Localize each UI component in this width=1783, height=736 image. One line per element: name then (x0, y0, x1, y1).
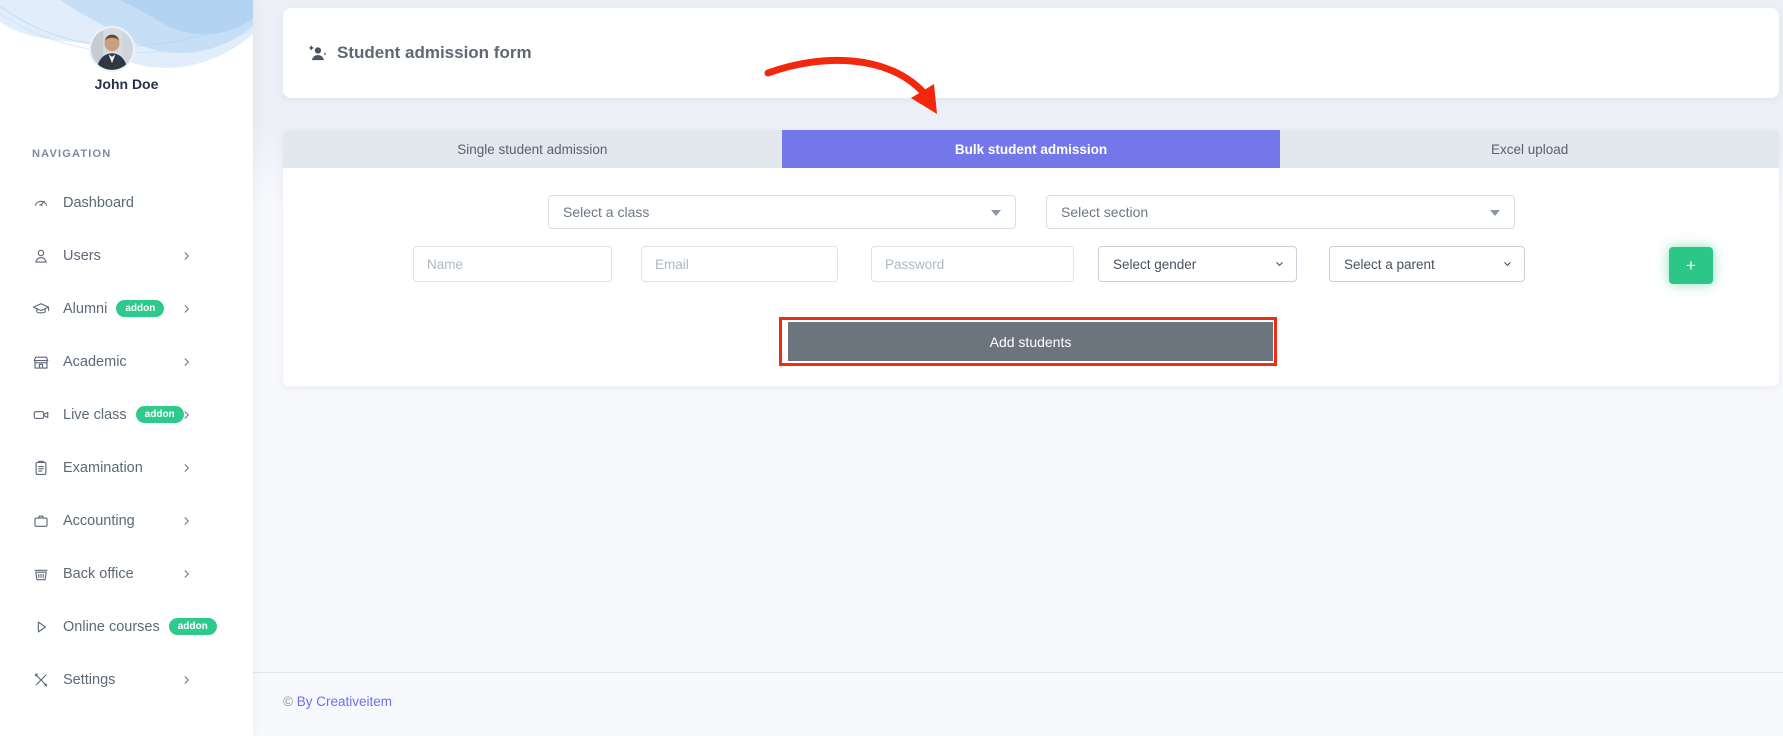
chevron-right-icon (181, 515, 192, 526)
sidebar-item-users[interactable]: Users (0, 229, 253, 282)
sidebar-item-live-class[interactable]: Live class addon (0, 388, 253, 441)
chevron-right-icon (181, 568, 192, 579)
sidebar-item-label: Users (63, 248, 101, 264)
annotation-highlight-box: Add students (779, 317, 1277, 366)
sidebar-item-academic[interactable]: Academic (0, 335, 253, 388)
addon-badge: addon (136, 406, 184, 423)
tab-single-student-admission[interactable]: Single student admission (283, 130, 782, 168)
sidebar-item-label: Dashboard (63, 195, 134, 211)
sidebar-item-alumni[interactable]: Alumni addon (0, 282, 253, 335)
password-input[interactable] (871, 246, 1074, 282)
class-select-value: Select a class (563, 204, 649, 220)
users-icon (32, 247, 50, 265)
parent-select[interactable]: Select a parent (1329, 246, 1525, 282)
add-row-button[interactable]: + (1669, 247, 1713, 284)
chevron-right-icon (181, 303, 192, 314)
sidebar-item-label: Accounting (63, 513, 135, 529)
class-select[interactable]: Select a class (548, 195, 1016, 229)
sidebar-item-online-courses[interactable]: Online courses addon (0, 600, 253, 653)
clipboard-icon (32, 459, 50, 477)
sidebar-item-label: Examination (63, 460, 143, 476)
chevron-right-icon (181, 356, 192, 367)
email-input[interactable] (641, 246, 838, 282)
admission-form-card: Single student admission Bulk student ad… (283, 130, 1779, 386)
person-plus-icon (307, 43, 328, 64)
select-chevron-icon (1274, 259, 1285, 270)
dropdown-caret-icon (1490, 210, 1500, 216)
footer-divider (253, 672, 1783, 673)
addon-badge: addon (116, 300, 164, 317)
basket-icon (32, 565, 50, 583)
add-students-button[interactable]: Add students (788, 322, 1273, 361)
sidebar-item-label: Settings (63, 672, 115, 688)
school-building-icon (32, 353, 50, 371)
sidebar: John Doe NAVIGATION Dashboard Users (0, 0, 253, 736)
sidebar-item-label: Online courses (63, 619, 160, 635)
navigation-section-label: NAVIGATION (32, 148, 111, 160)
main-content: Student admission form Single student ad… (253, 0, 1783, 736)
video-camera-icon (32, 406, 50, 424)
copyright-symbol: © (283, 694, 293, 709)
sidebar-item-accounting[interactable]: Accounting (0, 494, 253, 547)
sidebar-item-examination[interactable]: Examination (0, 441, 253, 494)
chevron-right-icon (181, 674, 192, 685)
select-chevron-icon (1502, 259, 1513, 270)
sidebar-item-back-office[interactable]: Back office (0, 547, 253, 600)
tab-bulk-student-admission[interactable]: Bulk student admission (782, 130, 1281, 168)
plus-icon: + (1686, 256, 1696, 276)
graduation-cap-icon (32, 300, 50, 318)
footer: © By Creativeitem (283, 694, 392, 709)
sidebar-item-settings[interactable]: Settings (0, 653, 253, 706)
creativeitem-link[interactable]: By Creativeitem (297, 694, 392, 709)
dropdown-caret-icon (991, 210, 1001, 216)
sidebar-item-label: Alumni (63, 301, 107, 317)
gauge-icon (32, 194, 50, 212)
section-select-value: Select section (1061, 204, 1148, 220)
page-header-card: Student admission form (283, 8, 1779, 98)
tab-excel-upload[interactable]: Excel upload (1280, 130, 1779, 168)
app-window: John Doe NAVIGATION Dashboard Users (0, 0, 1783, 736)
sidebar-item-label: Back office (63, 566, 134, 582)
parent-select-value: Select a parent (1344, 257, 1435, 272)
sidebar-item-label: Live class (63, 407, 127, 423)
chevron-right-icon (181, 462, 192, 473)
name-input[interactable] (413, 246, 612, 282)
user-name: John Doe (0, 76, 253, 92)
sidebar-item-label: Academic (63, 354, 127, 370)
sidebar-item-dashboard[interactable]: Dashboard (0, 176, 253, 229)
gender-select[interactable]: Select gender (1098, 246, 1297, 282)
gender-select-value: Select gender (1113, 257, 1196, 272)
sidebar-nav: Dashboard Users Alumni addon (0, 176, 253, 706)
user-avatar (89, 26, 135, 72)
briefcase-icon (32, 512, 50, 530)
section-select[interactable]: Select section (1046, 195, 1515, 229)
chevron-right-icon (181, 250, 192, 261)
addon-badge: addon (169, 618, 217, 635)
page-title: Student admission form (337, 43, 532, 63)
tools-icon (32, 671, 50, 689)
chevron-right-icon (181, 409, 192, 420)
admission-tabs: Single student admission Bulk student ad… (283, 130, 1779, 168)
play-icon (32, 618, 50, 636)
